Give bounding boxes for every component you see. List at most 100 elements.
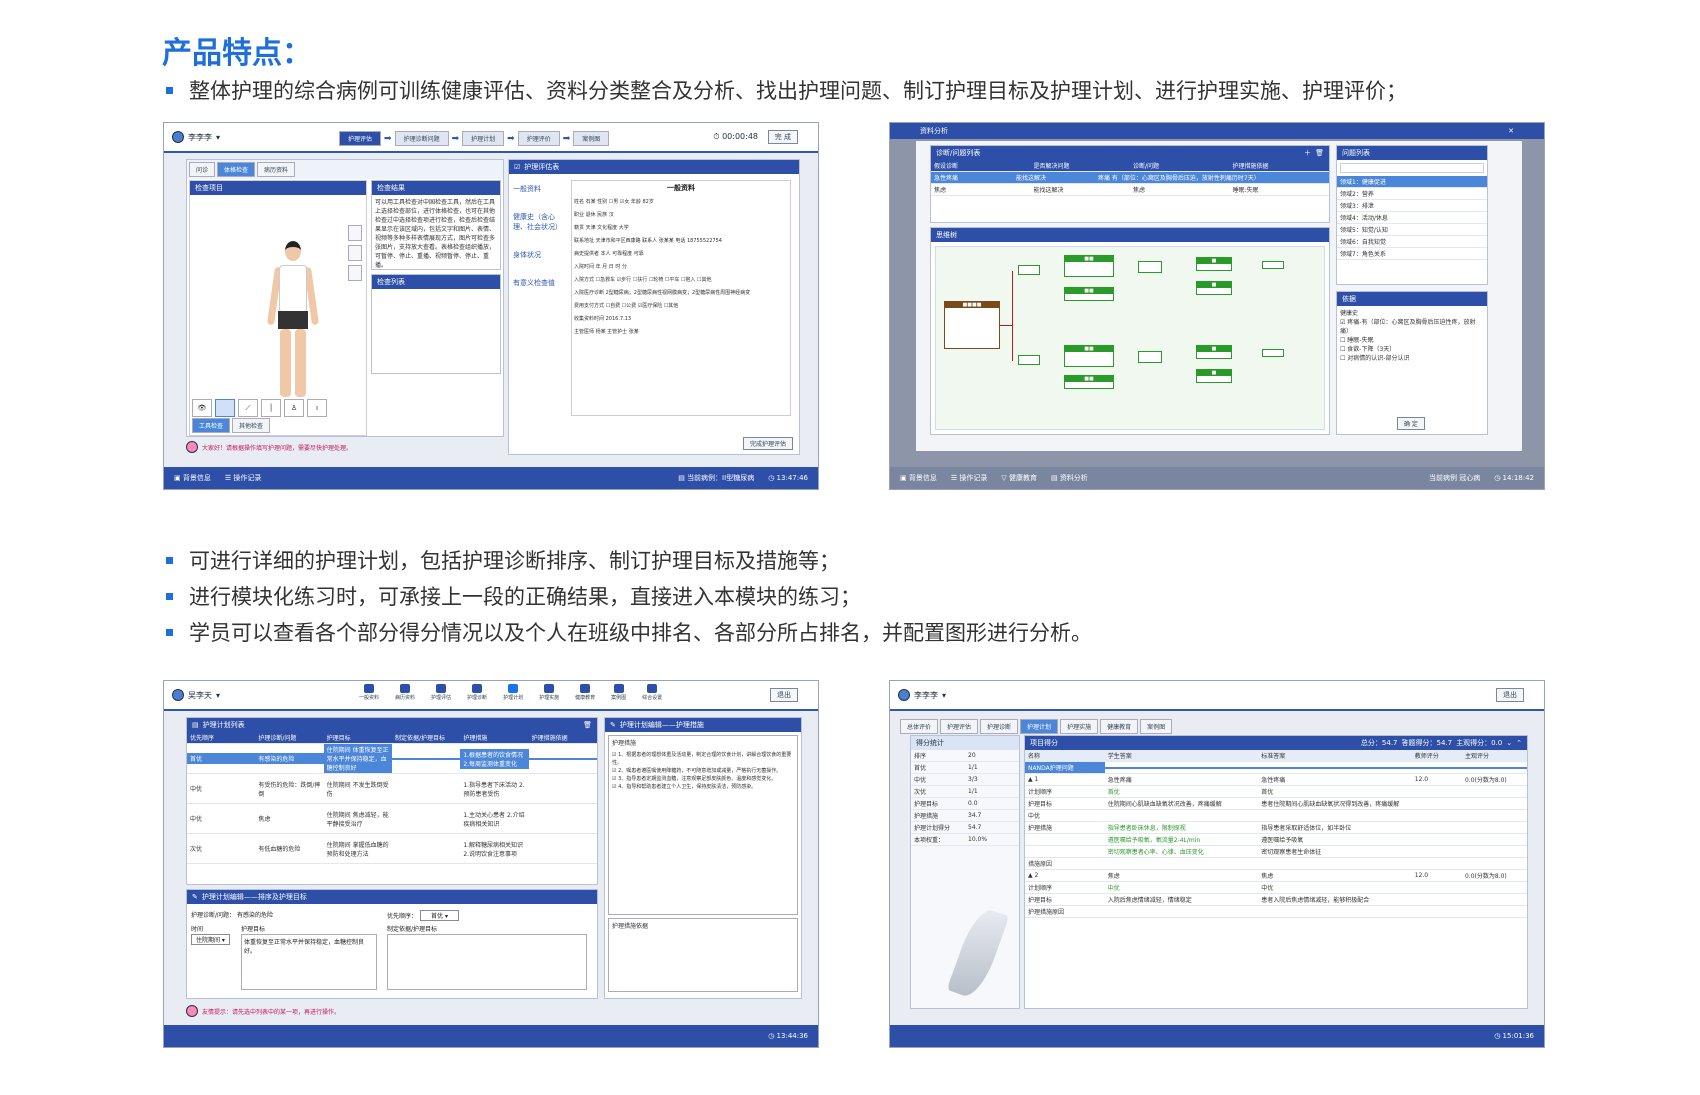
measure-item[interactable]: ☑ 3、指导患者定期监测血糖，注意观察足部皮肤颜色、温度和感觉变化。 <box>612 775 794 783</box>
form-line[interactable]: 费用支付方式 ☐自费 ☐公费 ☑医疗保险 ☐其他 <box>574 300 788 313</box>
table-row[interactable]: 焦虑 能找这解决 焦虑 睡眠:失眠 <box>931 184 1329 196</box>
basis-item[interactable]: ☑ 疼痛-有（部位：心窝区及胸骨后压迫性疼，放射痛） <box>1340 318 1484 336</box>
form-line[interactable]: 职业 退休 民族 汉 <box>574 209 788 222</box>
table-row[interactable]: 中优 有受伤的危险：跌倒/摔倒 住院期间 不发生跌倒受伤 1.指导患者下床活动 2.预… <box>187 774 597 804</box>
table-row[interactable]: 护理措施 指导患者卧床休息，限制探视 指导患者采取舒适体位，如半卧位 <box>1025 822 1527 834</box>
table-row[interactable]: 措施原因 <box>1025 858 1527 870</box>
form-line[interactable]: 主管医师 杨某 主管护士 张某 <box>574 326 788 339</box>
human-body-figure[interactable] <box>266 241 320 401</box>
list-item[interactable]: 领域6：自我知觉 <box>1337 236 1487 248</box>
nav-records[interactable]: 病历资料 <box>395 684 415 701</box>
user-menu[interactable]: 李李李 ▾ <box>898 689 946 701</box>
search-input[interactable] <box>1340 163 1484 173</box>
nav-implement[interactable]: 护理实施 <box>539 684 559 701</box>
tab-implement[interactable]: 护理实施 <box>1060 719 1099 734</box>
tree-node[interactable] <box>1262 349 1284 357</box>
form-line[interactable]: 姓名 石某 性别 ☐男 ☑女 年龄 82岁 <box>574 196 788 209</box>
side-view-icon[interactable] <box>348 245 362 261</box>
priority-select[interactable]: 首优 ▾ <box>420 910 459 921</box>
period-select[interactable]: 住院期间 ▾ <box>191 934 230 945</box>
operation-log-button[interactable]: ☰ 操作记录 <box>225 473 262 483</box>
exit-button[interactable]: 退出 <box>770 688 798 702</box>
delete-icon[interactable]: 🗑 <box>583 721 592 729</box>
nav-general[interactable]: 一般资料 <box>359 684 379 701</box>
probe-tool-icon[interactable]: │ <box>261 399 281 417</box>
nav-history[interactable]: 健康史（含心理、社会状况） <box>513 212 563 232</box>
tab-other-exam[interactable]: 其他检查 <box>232 418 271 433</box>
user-menu[interactable]: 李李李 ▾ <box>172 131 220 143</box>
nav-significant[interactable]: 有意义检查值 <box>513 278 563 288</box>
form-line[interactable]: 入院方式 ☐急救车 ☑步行 ☐扶行 ☐轮椅 ☐平车 ☐抱入 ☐其他 <box>574 274 788 287</box>
step-plan[interactable]: 护理计划 <box>462 131 505 146</box>
list-item[interactable]: 领域1：健康促进 <box>1337 176 1487 188</box>
table-row[interactable]: 护理措施原因 <box>1025 906 1527 918</box>
nav-plan[interactable]: 护理计划 <box>503 684 523 701</box>
figure-tool-icon[interactable]: ♙ <box>284 399 304 417</box>
step-evaluate[interactable]: 护理评价 <box>517 131 560 146</box>
tab-diagnosis[interactable]: 护理诊断 <box>980 719 1019 734</box>
finish-button[interactable]: 完 成 <box>767 130 798 144</box>
tree-node[interactable]: ■■ <box>1064 255 1114 277</box>
tab-records[interactable]: 病历资料 <box>257 162 296 177</box>
tab-assess[interactable]: 护理评估 <box>940 719 979 734</box>
step-case-map[interactable]: 案例图 <box>573 131 610 146</box>
mind-tree-canvas[interactable]: ■■■■ ■■ ■■ ■■ ■■ ■ ■ ■ ■ <box>935 246 1325 430</box>
table-row[interactable]: 护理目标 住院期间心肌缺血缺氧状况改善，疼痛缓解 患者住院期间心肌缺血缺氧状况得到改… <box>1025 798 1527 810</box>
list-item[interactable]: 领域7：角色关系 <box>1337 248 1487 260</box>
user-menu[interactable]: 吴李天 ▾ <box>172 689 220 701</box>
front-view-icon[interactable] <box>348 225 362 241</box>
back-view-icon[interactable] <box>348 265 362 281</box>
confirm-button[interactable]: 确 定 <box>1397 417 1425 430</box>
tree-node[interactable]: ■■ <box>1064 345 1114 367</box>
tree-node[interactable] <box>1138 261 1162 273</box>
list-item[interactable]: 领域3：排泄 <box>1337 200 1487 212</box>
nav-settings[interactable]: 综合设置 <box>642 684 662 701</box>
nav-education[interactable]: 健康教育 <box>575 684 595 701</box>
data-analysis-button[interactable]: ▤ 资料分析 <box>1051 473 1088 483</box>
measure-item[interactable]: ☑ 2、嘱患者遵医嘱使用降糖药，不可随意增加或减量，严格执行无菌操作。 <box>612 767 794 775</box>
form-line[interactable]: 入院时间 年 月 日 时 分 <box>574 261 788 274</box>
scan-tool-icon[interactable] <box>215 399 235 417</box>
table-row[interactable]: 计划顺序 中优 中优 <box>1025 882 1527 894</box>
measure-item[interactable]: ☑ 4、指导和帮助患者建立个人卫生，保持皮肤清洁，预防感染。 <box>612 783 794 791</box>
measure-item[interactable]: ☑ 1、根据患者的理想体重及活动量，制定合理的饮食计划，讲解合理饮食的重要性。 <box>612 751 794 767</box>
basis-item[interactable]: ☐ 对病情的认识-部分认识 <box>1340 354 1484 363</box>
tab-physical[interactable]: 体格检查 <box>217 162 256 177</box>
background-info-button[interactable]: ▣ 背景信息 <box>174 473 211 483</box>
table-row[interactable]: ▲ 2 焦虑 焦虑 12.0 0.0(分数为8.0) <box>1025 870 1527 882</box>
nav-general[interactable]: 一般资料 <box>513 184 563 194</box>
cell[interactable]: 能找这解决 <box>1013 172 1095 183</box>
collapse-icon[interactable]: ⌄ <box>1506 739 1512 747</box>
table-row[interactable]: 次优 有低血糖的危险 住院期间 掌握低血糖的预防和处理方法 1.解释糖尿病相关知识 2… <box>187 834 597 864</box>
tree-node[interactable] <box>1138 351 1162 363</box>
basis-item[interactable]: ☐ 食欲-下降（3天） <box>1340 345 1484 354</box>
step-diagnosis[interactable]: 护理诊断问题 <box>394 131 449 146</box>
tree-node[interactable] <box>1262 261 1284 269</box>
root-node[interactable]: ■■■■ <box>944 301 1000 349</box>
tab-inquiry[interactable]: 问诊 <box>189 162 216 177</box>
step-assess[interactable]: 护理评估 <box>339 131 382 146</box>
nav-assess[interactable]: 护理评估 <box>431 684 451 701</box>
nav-case-map[interactable]: 案例图 <box>611 684 626 701</box>
list-item[interactable]: 领域2：营养 <box>1337 188 1487 200</box>
table-row[interactable]: 急性疼痛 能找这解决 疼痛 有（部位：心窝区及胸骨后压迫，放射性刺痛历时7天） <box>931 172 1329 184</box>
delete-icon[interactable]: 🗑 <box>1315 149 1324 157</box>
tree-node[interactable]: ■ <box>1196 281 1232 295</box>
pen-tool-icon[interactable]: ı <box>307 399 327 417</box>
thermometer-tool-icon[interactable]: ⟋ <box>238 399 258 417</box>
measure-basis-box[interactable]: 护理措施依据 <box>608 918 798 992</box>
tree-node[interactable]: ■ <box>1196 257 1232 271</box>
tree-node[interactable]: ■■ <box>1064 287 1114 301</box>
tab-overall[interactable]: 总体评价 <box>900 719 939 734</box>
tree-node[interactable] <box>1018 265 1040 275</box>
form-line[interactable]: 收集资料时间 2016.7.13 <box>574 313 788 326</box>
tab-plan[interactable]: 护理计划 <box>1020 719 1059 734</box>
tree-node[interactable]: ■ <box>1196 345 1232 359</box>
table-row[interactable]: ▲ 1 急性疼痛 急性疼痛 12.0 0.0(分数为8.0) <box>1025 774 1527 786</box>
basis-item[interactable]: ☐ 睡眠-失眠 <box>1340 336 1484 345</box>
exit-button[interactable]: 退出 <box>1496 688 1524 702</box>
close-icon[interactable]: ✕ <box>1508 127 1514 135</box>
list-item[interactable]: 领域4：活动/休息 <box>1337 212 1487 224</box>
tab-education[interactable]: 健康教育 <box>1100 719 1139 734</box>
table-row[interactable]: 遵医嘱给予吸氧，氧流量2-4L/min 遵医嘱给予吸氧 <box>1025 834 1527 846</box>
